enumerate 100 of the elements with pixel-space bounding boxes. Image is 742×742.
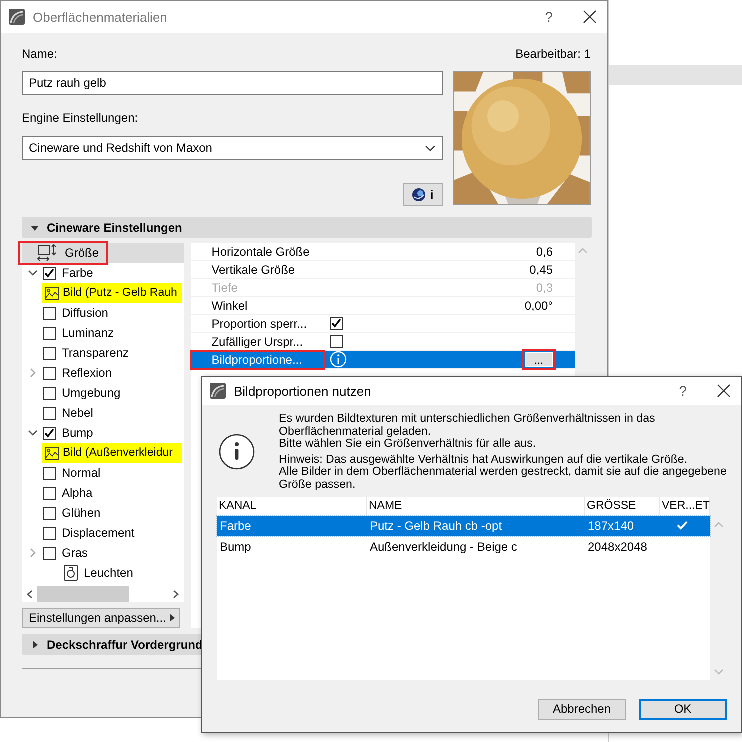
tree-item[interactable]: Gras bbox=[22, 543, 184, 563]
lightbulb-icon bbox=[64, 565, 78, 581]
image-icon bbox=[45, 446, 59, 460]
info-icon bbox=[330, 351, 347, 368]
customize-button[interactable]: Einstellungen anpassen... bbox=[22, 608, 180, 628]
checkbox[interactable] bbox=[330, 335, 343, 348]
tree-item[interactable]: Glühen bbox=[22, 503, 184, 523]
help-button[interactable]: ? bbox=[545, 9, 553, 25]
table-cell-text: Farbe bbox=[219, 518, 252, 533]
app-icon bbox=[210, 383, 226, 399]
section-header[interactable]: Cineware Einstellungen bbox=[22, 217, 592, 238]
item-label: Leuchten bbox=[84, 566, 134, 580]
property-label: Tiefe bbox=[210, 280, 239, 296]
tree-item[interactable]: Transparenz bbox=[22, 343, 184, 363]
checkbox[interactable] bbox=[43, 346, 56, 360]
checkbox[interactable] bbox=[43, 486, 56, 500]
info-icon bbox=[219, 434, 255, 470]
property-label: Winkel bbox=[210, 298, 249, 314]
checkbox[interactable] bbox=[43, 386, 56, 400]
message-text: Es wurden Bildtexturen mit unterschiedlichen Größenverhältnissen in das Oberflächenmaterial geladen. Bitte wählen Sie ein Größenverhältnis für alle aus. bbox=[279, 413, 656, 451]
checkbox[interactable] bbox=[330, 317, 343, 330]
tree-item[interactable]: Displacement bbox=[22, 523, 184, 543]
tree-item[interactable]: Bild (Putz - Gelb Rauh bbox=[42, 283, 182, 303]
tree-item[interactable]: Bump bbox=[22, 423, 184, 443]
table-cell-text: Putz - Gelb Rauh cb -opt bbox=[369, 518, 504, 533]
scroll-right-icon[interactable] bbox=[172, 590, 180, 599]
editable-count: Bearbeitbar: 1 bbox=[516, 47, 591, 61]
item-label: Normal bbox=[62, 466, 101, 480]
property-label: Proportion sperr... bbox=[210, 316, 308, 332]
property-value: 0,3 bbox=[536, 280, 554, 294]
tree-item[interactable]: Luminanz bbox=[22, 323, 184, 343]
table-cell-text: 2048x2048 bbox=[587, 540, 648, 554]
checkbox[interactable] bbox=[43, 526, 56, 540]
property-row[interactable]: Vertikale Größe 0,45 bbox=[190, 261, 576, 279]
field-label: Engine Einstellungen: bbox=[22, 111, 140, 127]
tree-item[interactable]: Normal bbox=[22, 463, 184, 483]
item-label: Größe bbox=[65, 246, 100, 260]
item-label: Bild (Putz - Gelb Rauh bbox=[63, 287, 178, 299]
checkbox[interactable] bbox=[43, 466, 56, 480]
scrollbar-thumb[interactable] bbox=[37, 586, 129, 602]
ok-button[interactable]: OK bbox=[639, 698, 727, 720]
horizontal-scrollbar[interactable] bbox=[22, 586, 184, 602]
info-button[interactable]: i bbox=[403, 183, 443, 206]
property-label: Vertikale Größe bbox=[210, 262, 296, 278]
field-label: Name: bbox=[22, 47, 58, 61]
item-label: Displacement bbox=[62, 526, 135, 540]
tree-item[interactable]: Diffusion bbox=[22, 303, 184, 323]
property-label: Horizontale Größe bbox=[210, 244, 311, 260]
caret-right-icon bbox=[170, 614, 175, 622]
note-text: Hinweis: Das ausgewählte Verhältnis hat Auswirkungen auf die vertikale Größe. Alle Bilder in dem Oberflächenmaterial werden gestreckt, damit sie auf die angegebene Größe passen. bbox=[279, 454, 727, 492]
chevron-down-icon[interactable] bbox=[28, 428, 38, 438]
tree-item[interactable]: Nebel bbox=[22, 403, 184, 423]
tree-item[interactable]: Farbe bbox=[22, 263, 184, 283]
property-row[interactable]: Winkel 0,00° bbox=[190, 297, 576, 315]
table-row[interactable]: Bump Außenverkleidung - Beige c 2048x2048 bbox=[217, 536, 710, 557]
checkbox[interactable] bbox=[43, 506, 56, 520]
checkbox[interactable] bbox=[43, 546, 56, 560]
checkbox[interactable] bbox=[43, 426, 56, 440]
engine-dropdown[interactable]: Cineware und Redshift von Maxon bbox=[22, 136, 443, 160]
property-row[interactable]: Horizontale Größe 0,6 bbox=[190, 243, 576, 261]
checkbox[interactable] bbox=[43, 406, 56, 420]
property-row[interactable]: Proportion sperr... bbox=[190, 315, 576, 333]
item-label: Transparenz bbox=[62, 346, 129, 360]
close-icon[interactable] bbox=[717, 384, 731, 398]
dropdown-value: Cineware und Redshift von Maxon bbox=[29, 141, 212, 155]
property-value: 0,00° bbox=[524, 298, 554, 312]
item-label: Diffusion bbox=[62, 306, 108, 320]
tree-item[interactable]: Reflexion bbox=[22, 363, 184, 383]
tree-item[interactable]: Umgebung bbox=[22, 383, 184, 403]
chevron-down-icon bbox=[425, 144, 436, 152]
item-label: Alpha bbox=[62, 486, 93, 500]
scroll-left-icon[interactable] bbox=[26, 590, 33, 599]
tree-item[interactable]: Leuchten bbox=[22, 563, 184, 583]
more-button[interactable]: ... bbox=[525, 352, 554, 367]
checkbox[interactable] bbox=[43, 266, 56, 280]
sphere-logo-icon bbox=[412, 188, 426, 202]
close-icon[interactable] bbox=[583, 10, 597, 24]
table-cell-text: Außenverkleidung - Beige c bbox=[369, 540, 518, 554]
cancel-button[interactable]: Abbrechen bbox=[538, 698, 626, 720]
table-cell-text: Bump bbox=[219, 540, 252, 554]
item-label: Nebel bbox=[62, 406, 94, 420]
property-value: 0,6 bbox=[536, 244, 554, 258]
item-label: Reflexion bbox=[62, 366, 112, 380]
tree-item[interactable]: Bild (Außenverkleidur bbox=[42, 443, 182, 463]
help-button[interactable]: ? bbox=[679, 383, 687, 399]
checkbox[interactable] bbox=[43, 326, 56, 340]
tree-item[interactable]: Alpha bbox=[22, 483, 184, 503]
resize-icon bbox=[37, 244, 59, 262]
name-field[interactable]: Putz rauh gelb bbox=[22, 71, 443, 95]
item-label: Bump bbox=[62, 426, 94, 440]
chevron-down-icon[interactable] bbox=[28, 268, 38, 278]
window-title: Oberflächenmaterialien bbox=[33, 10, 168, 24]
item-label: Umgebung bbox=[62, 386, 121, 400]
checkbox[interactable] bbox=[43, 306, 56, 320]
property-value: 0,45 bbox=[530, 262, 554, 276]
table-row[interactable]: Farbe Putz - Gelb Rauh cb -opt 187x140 bbox=[217, 516, 710, 536]
property-row[interactable]: Bildproportione... ... bbox=[190, 351, 576, 369]
app-icon bbox=[9, 9, 25, 25]
table-cell-text: 187x140 bbox=[587, 518, 636, 533]
checkbox[interactable] bbox=[43, 366, 56, 380]
